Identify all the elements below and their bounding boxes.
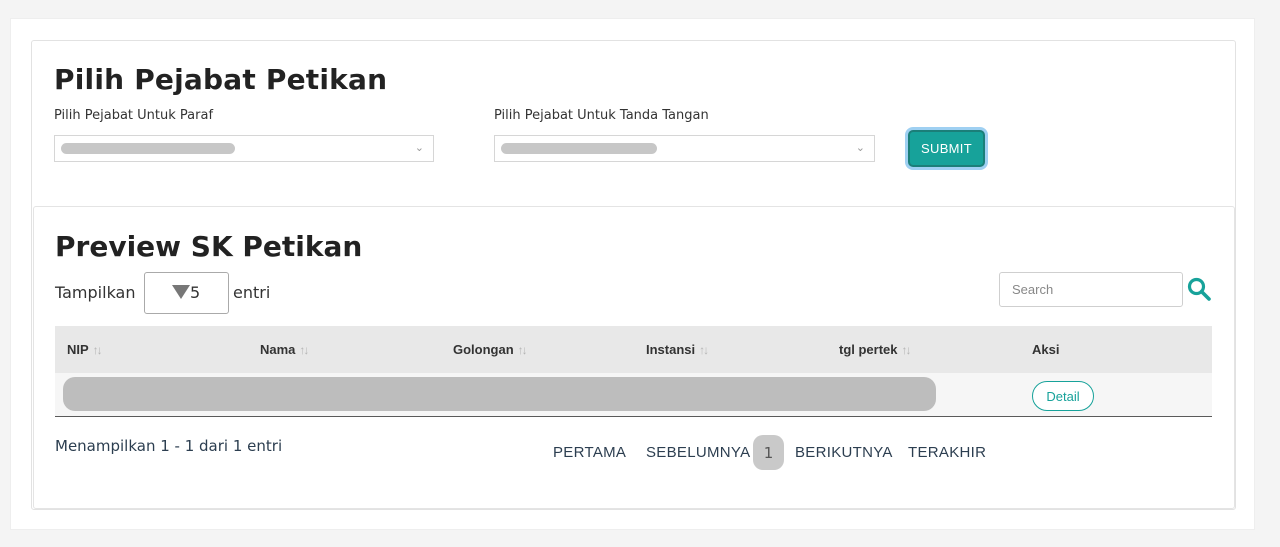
- column-header-tgl-pertek[interactable]: tgl pertek ↑↓: [839, 342, 912, 357]
- sort-icon: ↑↓: [901, 343, 912, 357]
- table-row: Detail: [55, 373, 1212, 417]
- table-header: NIP ↑↓ Nama ↑↓ Golongan ↑↓ Instansi ↑↓ tgl p…: [55, 326, 1212, 373]
- paraf-select[interactable]: ⌄: [54, 135, 434, 162]
- page-container: Pilih Pejabat Petikan Pilih Pejabat Untu…: [10, 18, 1255, 530]
- sort-icon: ↑↓: [517, 343, 528, 357]
- search-input[interactable]: [999, 272, 1183, 307]
- sort-icon: ↑↓: [699, 343, 709, 357]
- tanda-tangan-label: Pilih Pejabat Untuk Tanda Tangan: [494, 108, 709, 123]
- tanda-tangan-selected-value-redacted: [501, 143, 657, 154]
- search-icon[interactable]: [1187, 277, 1211, 303]
- preview-card: Preview SK Petikan Tampilkan 5 entri NIP…: [33, 206, 1235, 509]
- sort-icon: ↑↓: [299, 343, 309, 357]
- pagination-current-page[interactable]: 1: [753, 435, 784, 470]
- column-header-golongan[interactable]: Golongan ↑↓: [453, 342, 528, 357]
- dropdown-triangle-icon: [172, 285, 190, 299]
- form-card: Pilih Pejabat Petikan Pilih Pejabat Untu…: [31, 40, 1236, 510]
- column-header-instansi[interactable]: Instansi ↑↓: [646, 342, 709, 357]
- show-entries-label: Tampilkan: [55, 283, 136, 302]
- entries-length-select[interactable]: 5: [144, 272, 229, 314]
- pagination-previous[interactable]: SEBELUMNYA: [646, 444, 750, 461]
- chevron-down-icon: ⌄: [414, 141, 424, 154]
- pagination-last[interactable]: TERAKHIR: [908, 444, 986, 461]
- submit-button[interactable]: SUBMIT: [908, 130, 985, 167]
- column-header-nama[interactable]: Nama ↑↓: [260, 342, 309, 357]
- column-header-nip[interactable]: NIP ↑↓: [67, 342, 103, 357]
- column-header-aksi: Aksi: [1032, 342, 1060, 357]
- preview-title: Preview SK Petikan: [55, 230, 363, 263]
- redacted-row-content: [63, 377, 936, 411]
- entries-length-value: 5: [190, 283, 201, 302]
- paraf-label: Pilih Pejabat Untuk Paraf: [54, 108, 214, 123]
- tanda-tangan-select[interactable]: ⌄: [494, 135, 875, 162]
- chevron-down-icon: ⌄: [855, 141, 865, 154]
- table-info: Menampilkan 1 - 1 dari 1 entri: [55, 437, 283, 455]
- pagination-first[interactable]: PERTAMA: [553, 444, 626, 461]
- entries-label: entri: [233, 283, 271, 302]
- detail-button[interactable]: Detail: [1032, 381, 1094, 411]
- sort-icon: ↑↓: [92, 343, 103, 357]
- form-title: Pilih Pejabat Petikan: [54, 63, 388, 96]
- paraf-selected-value-redacted: [61, 143, 235, 154]
- pagination-next[interactable]: BERIKUTNYA: [795, 444, 893, 461]
